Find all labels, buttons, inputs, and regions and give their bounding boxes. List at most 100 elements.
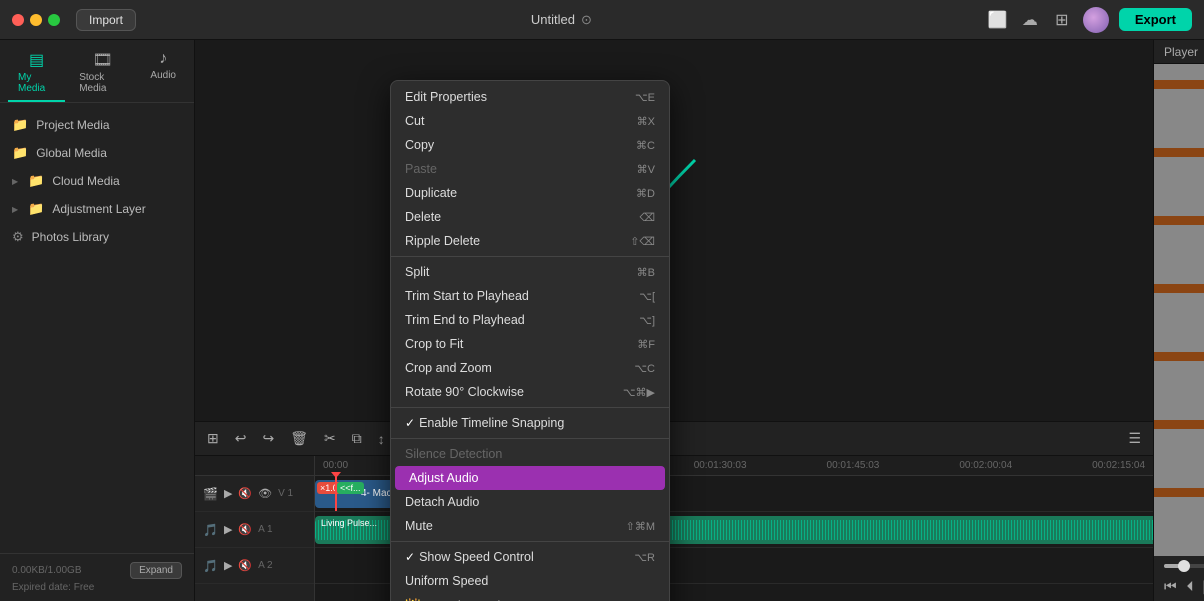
top-bar-right: ⬜ ☁ ⊞ Export [987, 7, 1192, 33]
tl-add-icon[interactable]: ⊞ [203, 428, 223, 449]
top-bar-left: Import [12, 9, 136, 31]
middle-area [195, 40, 1153, 421]
expand-button[interactable]: Expand [130, 562, 182, 579]
cloud-icon[interactable]: ☁ [1019, 9, 1041, 31]
menu-item-speed-ramping[interactable]: 👑Speed Ramping [391, 593, 669, 601]
menu-item-ripple-delete[interactable]: Ripple Delete ⇧⌫ [391, 229, 669, 253]
tab-my-media[interactable]: ▤ My Media [8, 46, 65, 102]
video-preview [1154, 64, 1204, 556]
export-button[interactable]: Export [1119, 8, 1192, 31]
sidebar-item-global-media[interactable]: 📁 Global Media [0, 139, 194, 167]
maximize-button[interactable] [48, 14, 60, 26]
divider-4 [391, 541, 669, 542]
ruler-mark-5: 00:02:00:04 [959, 460, 1012, 471]
tl-delete-icon[interactable]: 🗑 [286, 428, 312, 449]
copy-label: Copy [405, 138, 434, 152]
menu-item-paste[interactable]: Paste ⌘V [391, 157, 669, 181]
menu-item-crop-fit[interactable]: Crop to Fit ⌘F [391, 332, 669, 356]
delete-label: Delete [405, 210, 441, 224]
show-speed-shortcut: ⌥R [634, 551, 655, 564]
playhead[interactable] [335, 476, 337, 511]
sidebar-item-adjustment-layer[interactable]: 📁 Adjustment Layer [0, 195, 194, 223]
player-svg-overlay [1154, 64, 1204, 556]
nav-label-adjustment-layer: Adjustment Layer [52, 202, 145, 216]
main-layout: ▤ My Media 🎞 Stock Media ♪ Audio 📁 Proje… [0, 40, 1204, 601]
menu-item-cut[interactable]: Cut ⌘X [391, 109, 669, 133]
nav-label-photos-library: Photos Library [32, 230, 109, 244]
track-a2-mute: 🔇 [238, 559, 252, 572]
top-bar: Import Untitled ⊙ ⬜ ☁ ⊞ Export [0, 0, 1204, 40]
delete-shortcut: ⌫ [639, 211, 655, 224]
nav-label-cloud-media: Cloud Media [52, 174, 119, 188]
tab-stock-media-label: Stock Media [79, 72, 126, 94]
my-media-icon: ▤ [29, 50, 44, 70]
track-a2-icon: ▶ [224, 559, 232, 572]
menu-item-trim-start[interactable]: Trim Start to Playhead ⌥[ [391, 284, 669, 308]
progress-row: { } 00:00:05:07 [1164, 560, 1204, 572]
audio-clip-label: Living Pulse... [321, 518, 377, 528]
sidebar-item-project-media[interactable]: 📁 Project Media [0, 111, 194, 139]
track-a2-num: A 2 [258, 560, 272, 571]
rotate-cw-shortcut: ⌥⌘▶ [623, 386, 655, 399]
menu-item-crop-zoom[interactable]: Crop and Zoom ⌥C [391, 356, 669, 380]
menu-item-duplicate[interactable]: Duplicate ⌘D [391, 181, 669, 205]
mute-shortcut: ⇧⌘M [626, 520, 655, 533]
duplicate-shortcut: ⌘D [636, 187, 655, 200]
edit-properties-label: Edit Properties [405, 90, 487, 104]
tl-settings-icon[interactable]: ☰ [1124, 428, 1145, 449]
audio-track2-icon: 🎵 [203, 559, 218, 573]
sidebar-item-photos-library[interactable]: ⚙ Photos Library [0, 223, 194, 251]
tab-audio-label: Audio [150, 70, 176, 81]
video-track-icon: 🎬 [203, 487, 218, 501]
menu-item-split[interactable]: Split ⌘B [391, 260, 669, 284]
close-button[interactable] [12, 14, 24, 26]
minimize-button[interactable] [30, 14, 42, 26]
menu-item-adjust-audio[interactable]: Adjust Audio [395, 466, 665, 490]
detach-audio-label: Detach Audio [405, 495, 479, 509]
menu-item-copy[interactable]: Copy ⌘C [391, 133, 669, 157]
cut-shortcut: ⌘X [637, 115, 655, 128]
tl-move-icon[interactable]: ↕ [374, 429, 389, 449]
avatar[interactable] [1083, 7, 1109, 33]
crop-fit-label: Crop to Fit [405, 337, 463, 351]
sidebar-item-cloud-media[interactable]: 📁 Cloud Media [0, 167, 194, 195]
ctrl-btns: ⏮ ⏴ ▶ ⏹ [1164, 576, 1204, 597]
menu-item-silence-detection[interactable]: Silence Detection [391, 442, 669, 466]
menu-item-trim-end[interactable]: Trim End to Playhead ⌥] [391, 308, 669, 332]
silence-detection-label: Silence Detection [405, 447, 502, 461]
tl-split-icon[interactable]: ⧉ [348, 428, 366, 449]
tab-stock-media[interactable]: 🎞 Stock Media [69, 46, 136, 102]
tab-audio[interactable]: ♪ Audio [140, 46, 186, 102]
skip-back-icon[interactable]: ⏮ [1164, 578, 1177, 595]
menu-item-uniform-speed[interactable]: Uniform Speed [391, 569, 669, 593]
menu-item-show-speed[interactable]: ✓Show Speed Control ⌥R [391, 545, 669, 569]
audio-icon: ♪ [159, 50, 167, 68]
traffic-lights [12, 14, 60, 26]
crop-zoom-shortcut: ⌥C [634, 362, 655, 375]
menu-item-edit-properties[interactable]: Edit Properties ⌥E [391, 85, 669, 109]
progress-track[interactable] [1164, 564, 1204, 568]
ripple-delete-label: Ripple Delete [405, 234, 480, 248]
import-button[interactable]: Import [76, 9, 136, 31]
paste-label: Paste [405, 162, 437, 176]
menu-item-rotate-cw[interactable]: Rotate 90° Clockwise ⌥⌘▶ [391, 380, 669, 404]
context-menu: Edit Properties ⌥E Cut ⌘X Copy ⌘C Paste … [390, 80, 670, 601]
crop-fit-shortcut: ⌘F [637, 338, 655, 351]
timeline-area: ⊞ ↩ ↪ 🗑 ✂ ⧉ ↕ ⊣ ⊢ ☰ 🎬 ▶ 🔇 [195, 421, 1153, 601]
step-back-icon[interactable]: ⏴ [1187, 578, 1194, 595]
grid-icon[interactable]: ⊞ [1051, 9, 1073, 31]
progress-thumb[interactable] [1178, 560, 1190, 572]
folder-icon-1: 📁 [12, 117, 28, 133]
menu-item-delete[interactable]: Delete ⌫ [391, 205, 669, 229]
tl-undo-icon[interactable]: ↩ [231, 428, 251, 449]
right-panel: Player ⤢ [1153, 40, 1204, 601]
menu-item-detach-audio[interactable]: Detach Audio [391, 490, 669, 514]
paste-shortcut: ⌘V [637, 163, 655, 176]
monitor-icon[interactable]: ⬜ [987, 9, 1009, 31]
tl-cut-icon[interactable]: ✂ [320, 428, 340, 449]
tl-redo-icon[interactable]: ↪ [258, 428, 278, 449]
tab-my-media-label: My Media [18, 72, 55, 94]
menu-item-snapping[interactable]: ✓Enable Timeline Snapping [391, 411, 669, 435]
mute-label: Mute [405, 519, 433, 533]
menu-item-mute[interactable]: Mute ⇧⌘M [391, 514, 669, 538]
